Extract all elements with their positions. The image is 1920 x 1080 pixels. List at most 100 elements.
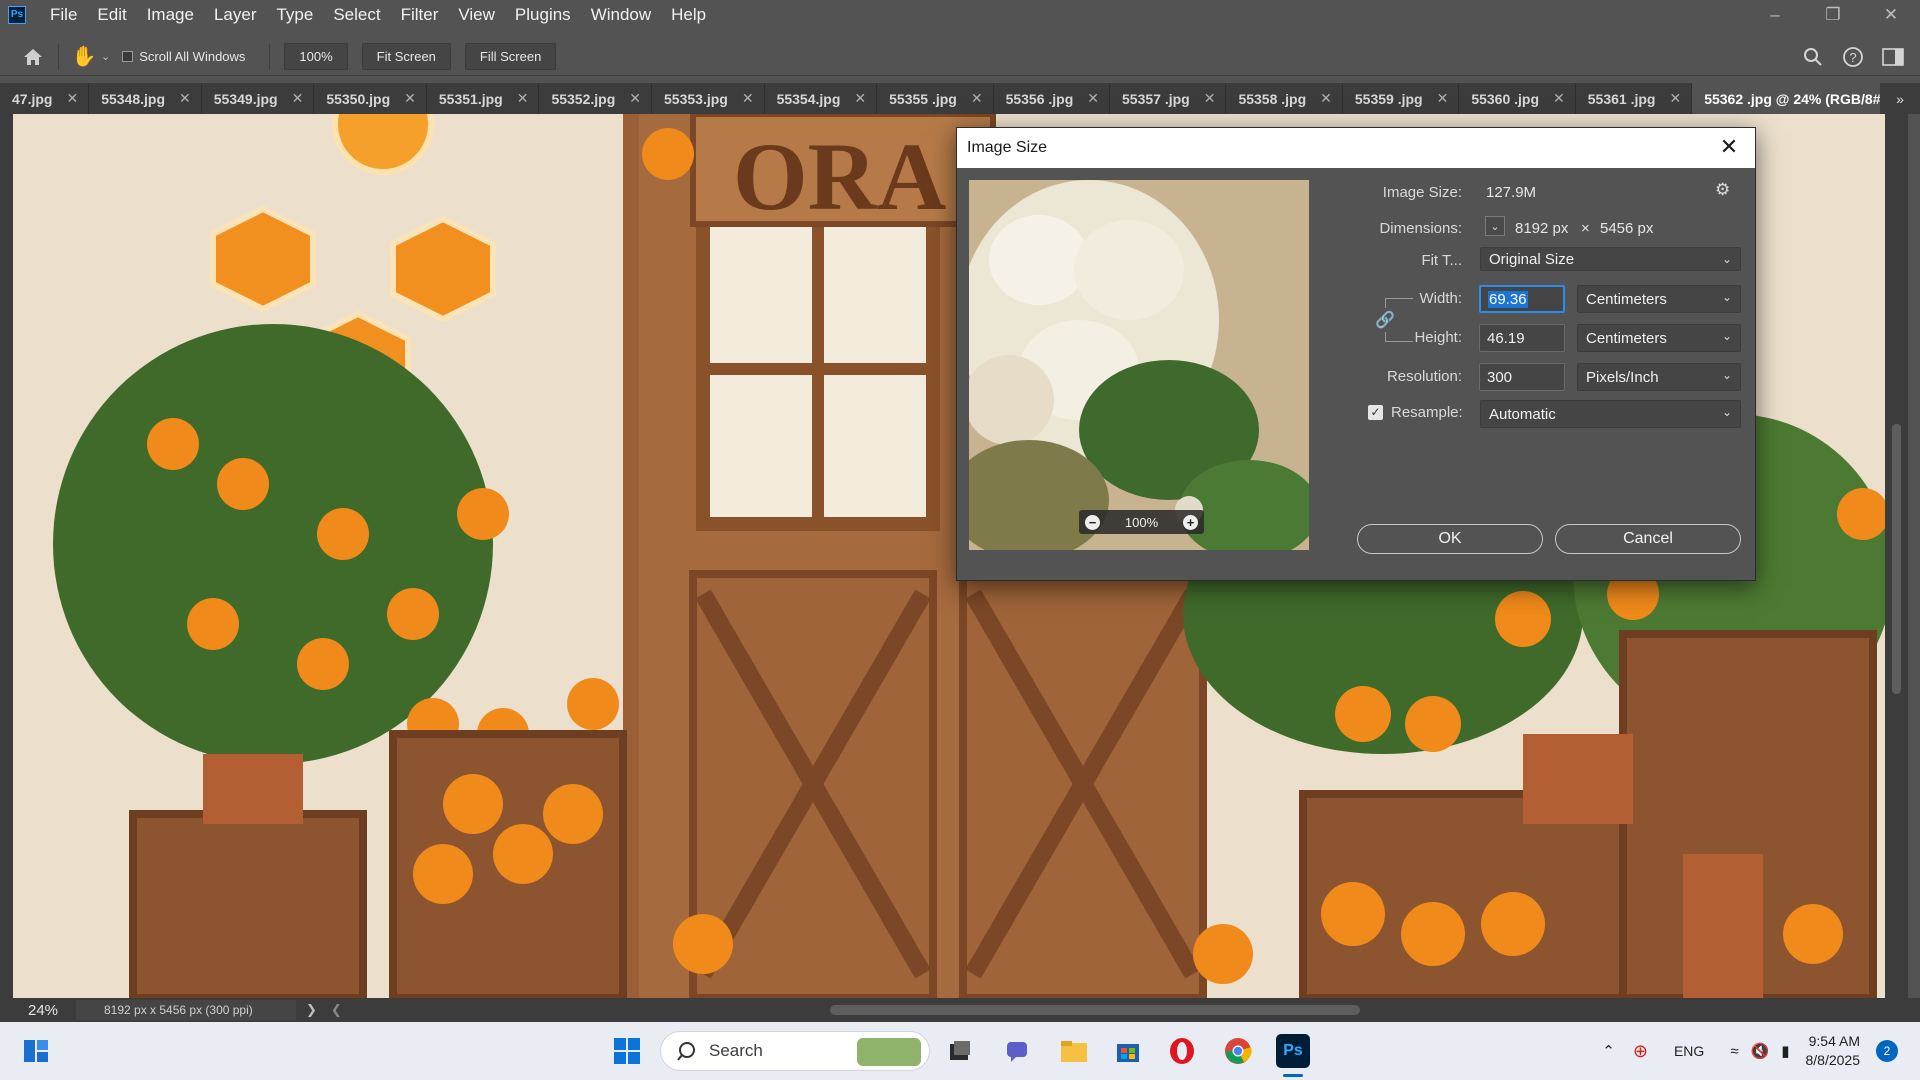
close-tab-icon[interactable]: ✕ [971,90,983,107]
start-icon[interactable] [611,1035,643,1067]
tab-document[interactable]: 55351.jpg ✕ [427,83,540,114]
hand-tool-icon[interactable]: ✋ [67,40,101,74]
resample-select[interactable]: Automatic ⌄ [1480,400,1741,428]
fit-screen-button[interactable]: Fit Screen [361,43,451,70]
menu-filter[interactable]: Filter [391,5,449,25]
menu-window[interactable]: Window [581,5,661,25]
height-input[interactable]: 46.19 [1479,324,1565,352]
chevron-down-icon[interactable]: ⌄ [101,50,110,63]
task-view-icon[interactable] [944,1035,976,1067]
close-icon[interactable]: ✕ [1717,134,1741,159]
zoom-100-button[interactable]: 100% [284,43,348,70]
widgets-icon[interactable] [20,1035,52,1067]
close-tab-icon[interactable]: ✕ [1553,90,1565,107]
close-tab-icon[interactable]: ✕ [1087,90,1099,107]
taskbar-search-input[interactable]: Search [660,1031,930,1071]
zoom-level[interactable]: 24% [0,1002,76,1019]
menu-type[interactable]: Type [266,5,323,25]
language-indicator[interactable]: ENG [1674,1043,1704,1059]
ok-button[interactable]: OK [1357,524,1543,554]
close-tab-icon[interactable]: ✕ [1437,90,1449,107]
resolution-input[interactable]: 300 [1479,363,1565,391]
menu-view[interactable]: View [448,5,505,25]
zoom-out-icon[interactable]: − [1085,514,1100,530]
window-close-icon[interactable]: ✕ [1862,0,1920,29]
tab-document[interactable]: 55360 .jpg ✕ [1459,83,1576,114]
store-icon[interactable] [1112,1035,1144,1067]
volume-icon[interactable]: 🔇 [1751,1042,1770,1060]
cancel-button[interactable]: Cancel [1555,524,1741,554]
menu-layer[interactable]: Layer [204,5,267,25]
image-preview[interactable]: − 100% + [969,180,1309,550]
restore-icon[interactable]: ❐ [1804,0,1862,29]
chevron-right-icon[interactable]: ❯ [306,1002,317,1018]
dialog-titlebar[interactable]: Image Size ✕ [957,128,1755,168]
notification-badge[interactable]: 2 [1876,1040,1898,1062]
menu-edit[interactable]: Edit [87,5,136,25]
tab-document[interactable]: 55356 .jpg ✕ [994,83,1111,114]
close-tab-icon[interactable]: ✕ [404,90,416,107]
minimize-icon[interactable]: – [1746,0,1804,29]
menu-image[interactable]: Image [137,5,204,25]
tab-document[interactable]: 47.jpg ✕ [0,83,90,114]
close-tab-icon[interactable]: ✕ [517,90,529,107]
file-explorer-icon[interactable] [1058,1035,1090,1067]
menu-select[interactable]: Select [323,5,390,25]
photoshop-taskbar-icon[interactable]: Ps [1276,1034,1310,1068]
tab-document[interactable]: 55348.jpg ✕ [89,83,202,114]
chevron-up-icon[interactable]: ⌃ [1602,1042,1615,1060]
tab-document[interactable]: 55350.jpg ✕ [314,83,427,114]
horizontal-scrollbar-thumb[interactable] [830,1005,1360,1015]
clock[interactable]: 9:54 AM 8/8/2025 [1806,1032,1861,1070]
tab-document[interactable]: 55355 .jpg ✕ [877,83,994,114]
tab-document[interactable]: 55354.jpg ✕ [765,83,878,114]
scrollbar-thumb[interactable] [1892,424,1901,694]
close-tab-icon[interactable]: ✕ [629,90,641,107]
chevron-down-icon[interactable]: ⌄ [1485,216,1505,236]
battery-icon[interactable]: ▮ [1781,1042,1789,1060]
close-tab-icon[interactable]: ✕ [742,90,754,107]
menu-file[interactable]: File [40,5,87,25]
more-tabs-icon[interactable]: » [1880,83,1920,114]
close-tab-icon[interactable]: ✕ [1669,90,1681,107]
scroll-all-windows-checkbox[interactable]: Scroll All Windows [122,49,245,64]
tab-document[interactable]: 55352.jpg ✕ [539,83,653,114]
fill-screen-button[interactable]: Fill Screen [464,43,557,70]
close-tab-icon[interactable]: ✕ [1204,90,1216,107]
opera-icon[interactable] [1166,1035,1198,1067]
sign-text: ORA [733,123,946,230]
help-icon[interactable]: ? [1836,40,1870,74]
width-unit-select[interactable]: Centimeters ⌄ [1577,285,1741,313]
close-tab-icon[interactable]: ✕ [66,90,78,107]
chrome-icon[interactable] [1222,1035,1254,1067]
tab-document[interactable]: 55349.jpg ✕ [202,83,315,114]
home-icon[interactable] [16,40,50,74]
width-input[interactable]: 69.36 [1479,285,1565,313]
close-tab-icon[interactable]: ✕ [179,90,191,107]
link-constrain-icon[interactable]: 🔗 [1375,308,1395,332]
search-icon[interactable] [1796,40,1830,74]
fit-to-select[interactable]: Original Size ⌄ [1480,247,1741,271]
vpn-icon[interactable]: ⊕ [1633,1041,1648,1062]
tab-document[interactable]: 55353.jpg ✕ [652,83,765,114]
height-unit-select[interactable]: Centimeters ⌄ [1577,324,1741,352]
resample-checkbox[interactable]: ✓ [1368,405,1383,420]
tab-document[interactable]: 55358 .jpg ✕ [1226,83,1343,114]
vertical-scrollbar[interactable] [1885,114,1908,998]
menu-help[interactable]: Help [661,5,716,25]
tab-document[interactable]: 55361 .jpg ✕ [1576,83,1693,114]
document-info[interactable]: 8192 px x 5456 px (300 ppi) [76,1000,296,1020]
workspace-icon[interactable] [1876,40,1910,74]
tab-document[interactable]: 55359 .jpg ✕ [1343,83,1460,114]
gear-icon[interactable]: ⚙ [1715,180,1730,200]
zoom-in-icon[interactable]: + [1183,514,1198,530]
resolution-unit-select[interactable]: Pixels/Inch ⌄ [1577,363,1741,391]
menu-plugins[interactable]: Plugins [505,5,581,25]
close-tab-icon[interactable]: ✕ [1320,90,1332,107]
close-tab-icon[interactable]: ✕ [292,90,304,107]
close-tab-icon[interactable]: ✕ [854,90,866,107]
chat-icon[interactable] [1002,1035,1034,1067]
tab-document[interactable]: 55357 .jpg ✕ [1110,83,1227,114]
wifi-icon[interactable]: ≈ [1730,1043,1738,1060]
chevron-left-icon[interactable]: ❮ [331,1002,342,1018]
